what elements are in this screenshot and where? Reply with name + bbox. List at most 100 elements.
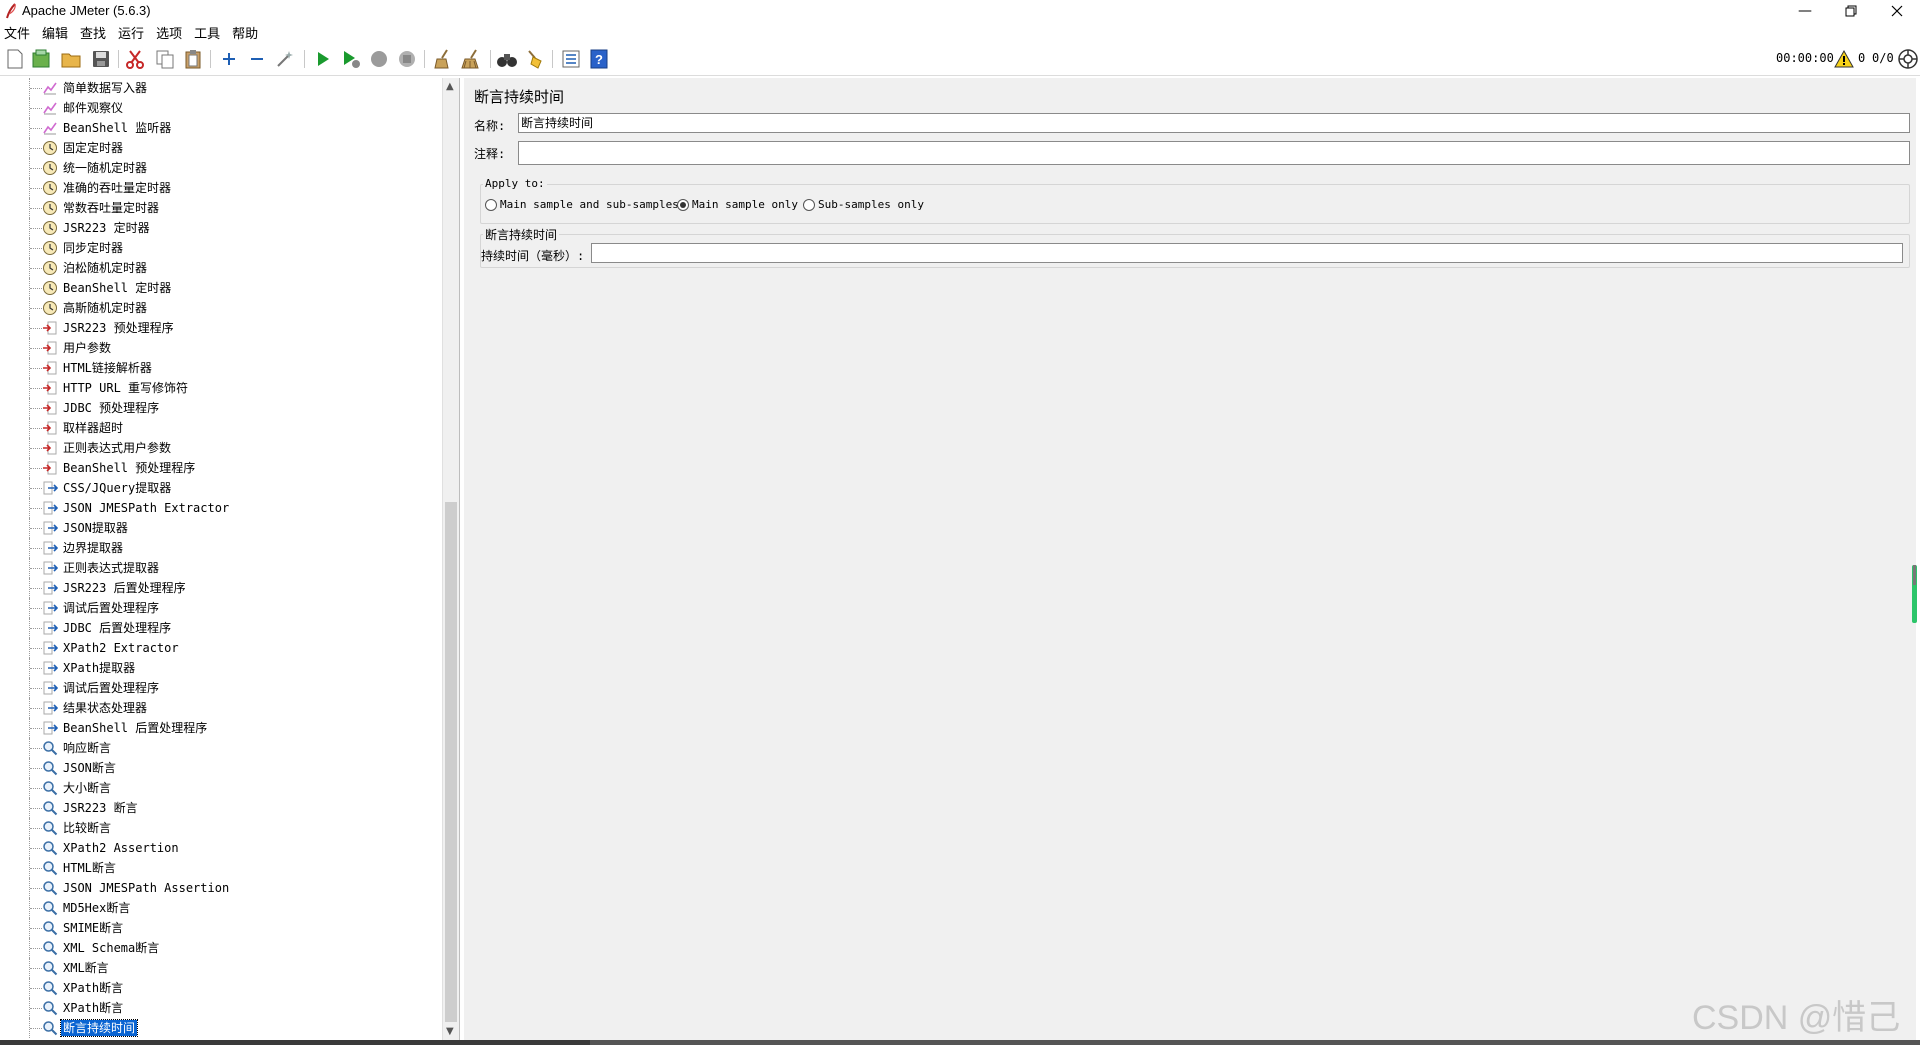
tree-scrollbar[interactable]: ▲ ▼ (442, 78, 459, 1040)
tree-item[interactable]: SMIME断言 (0, 918, 440, 938)
toggle-button[interactable] (274, 48, 296, 70)
tree-item[interactable]: 调试后置处理程序 (0, 598, 440, 618)
tree-item[interactable]: CSS/JQuery提取器 (0, 478, 440, 498)
menu-help[interactable]: 帮助 (232, 23, 264, 42)
start-no-pauses-button[interactable] (340, 48, 362, 70)
tree-item[interactable]: XPath2 Extractor (0, 638, 440, 658)
function-helper-button[interactable] (560, 48, 582, 70)
reset-search-button[interactable] (524, 48, 546, 70)
tree-item[interactable]: 泊松随机定时器 (0, 258, 440, 278)
radio-main-and-sub-button[interactable] (485, 198, 497, 211)
menu-edit[interactable]: 编辑 (42, 23, 74, 42)
tree-item[interactable]: 用户参数 (0, 338, 440, 358)
tree-item[interactable]: 调试后置处理程序 (0, 678, 440, 698)
tree-item[interactable]: HTML链接解析器 (0, 358, 440, 378)
tree-item[interactable]: JDBC 预处理程序 (0, 398, 440, 418)
tree-item[interactable]: JSR223 后置处理程序 (0, 578, 440, 598)
radio-sub-only-label: Sub-samples only (818, 198, 924, 211)
maximize-button[interactable] (1828, 0, 1874, 22)
tree-item[interactable]: JSR223 预处理程序 (0, 318, 440, 338)
open-button[interactable] (60, 48, 82, 70)
new-button[interactable] (4, 48, 26, 70)
tree-item[interactable]: 简单数据写入器 (0, 78, 440, 98)
tree-item[interactable]: XPath提取器 (0, 658, 440, 678)
tree-item[interactable]: 准确的吞吐量定时器 (0, 178, 440, 198)
tree-item[interactable]: JSON JMESPath Extractor (0, 498, 440, 518)
scroll-thumb[interactable] (445, 502, 457, 1022)
timer-icon (42, 200, 58, 216)
menu-search[interactable]: 查找 (80, 23, 112, 42)
menu-options[interactable]: 选项 (156, 23, 188, 42)
tree-item[interactable]: 统一随机定时器 (0, 158, 440, 178)
comment-field[interactable] (518, 141, 1910, 165)
tree-item[interactable]: BeanShell 后置处理程序 (0, 718, 440, 738)
tree-item[interactable]: XML断言 (0, 958, 440, 978)
start-button[interactable] (312, 48, 334, 70)
tree-item[interactable]: 同步定时器 (0, 238, 440, 258)
tree-item[interactable]: BeanShell 监听器 (0, 118, 440, 138)
close-button[interactable] (1874, 0, 1920, 22)
duration-field[interactable] (591, 243, 1903, 263)
tree-item[interactable]: JSON断言 (0, 758, 440, 778)
assertion-icon (42, 920, 58, 936)
tree-item[interactable]: JSR223 定时器 (0, 218, 440, 238)
clear-button[interactable] (432, 48, 454, 70)
tree-guide-branch (30, 508, 42, 509)
warning-icon[interactable] (1834, 50, 1854, 68)
tree-item[interactable]: 正则表达式提取器 (0, 558, 440, 578)
menu-tools[interactable]: 工具 (194, 23, 226, 42)
tree-item[interactable]: 邮件观察仪 (0, 98, 440, 118)
minimize-button[interactable]: — (1782, 0, 1828, 22)
radio-main-only-button[interactable] (677, 198, 689, 211)
tree-item[interactable]: XML Schema断言 (0, 938, 440, 958)
name-field[interactable]: 断言持续时间 (518, 113, 1910, 133)
tree-item[interactable]: 断言持续时间 (0, 1018, 440, 1038)
radio-main-and-sub[interactable]: Main sample and sub-samples (485, 198, 679, 211)
tree-item[interactable]: BeanShell 预处理程序 (0, 458, 440, 478)
tree-guide-branch (30, 708, 42, 709)
tree-item[interactable]: 固定定时器 (0, 138, 440, 158)
paste-button[interactable] (182, 48, 204, 70)
tree-item[interactable]: 比较断言 (0, 818, 440, 838)
copy-button[interactable] (154, 48, 176, 70)
tree-item[interactable]: MD5Hex断言 (0, 898, 440, 918)
shutdown-button[interactable] (396, 48, 418, 70)
scroll-down-icon[interactable]: ▼ (446, 1026, 454, 1037)
tree-item[interactable]: HTML断言 (0, 858, 440, 878)
tree-item[interactable]: 结果状态处理器 (0, 698, 440, 718)
tree-item[interactable]: 常数吞吐量定时器 (0, 198, 440, 218)
collapse-all-button[interactable] (246, 48, 268, 70)
tree-item[interactable]: 高斯随机定时器 (0, 298, 440, 318)
radio-sub-only-button[interactable] (803, 198, 815, 211)
menu-run[interactable]: 运行 (118, 23, 150, 42)
tree-item[interactable]: JDBC 后置处理程序 (0, 618, 440, 638)
search-button[interactable] (496, 48, 518, 70)
tree-item[interactable]: 取样器超时 (0, 418, 440, 438)
templates-button[interactable] (30, 48, 52, 70)
stop-button[interactable] (368, 48, 390, 70)
clear-all-button[interactable] (460, 48, 482, 70)
tree-item[interactable]: HTTP URL 重写修饰符 (0, 378, 440, 398)
cut-button[interactable] (124, 48, 146, 70)
tree-item[interactable]: JSON提取器 (0, 518, 440, 538)
tree-item[interactable]: 正则表达式用户参数 (0, 438, 440, 458)
tree-item[interactable]: 大小断言 (0, 778, 440, 798)
tree-item[interactable]: JSR223 断言 (0, 798, 440, 818)
radio-main-only[interactable]: Main sample only (677, 198, 798, 211)
tree-item[interactable]: XPath断言 (0, 998, 440, 1018)
menu-file[interactable]: 文件 (4, 23, 36, 42)
expand-all-button[interactable] (218, 48, 240, 70)
scroll-up-icon[interactable]: ▲ (446, 81, 454, 92)
tree-item[interactable]: 边界提取器 (0, 538, 440, 558)
tree-item[interactable]: XPath2 Assertion (0, 838, 440, 858)
tree-guide-branch (30, 1028, 42, 1029)
help-button[interactable]: ? (588, 48, 610, 70)
tree-item-label: BeanShell 监听器 (63, 121, 172, 135)
radio-sub-only[interactable]: Sub-samples only (803, 198, 924, 211)
save-button[interactable] (90, 48, 112, 70)
status-indicator-icon[interactable] (1898, 49, 1918, 69)
tree-item[interactable]: 响应断言 (0, 738, 440, 758)
tree-item[interactable]: JSON JMESPath Assertion (0, 878, 440, 898)
tree-item[interactable]: XPath断言 (0, 978, 440, 998)
tree-item[interactable]: BeanShell 定时器 (0, 278, 440, 298)
